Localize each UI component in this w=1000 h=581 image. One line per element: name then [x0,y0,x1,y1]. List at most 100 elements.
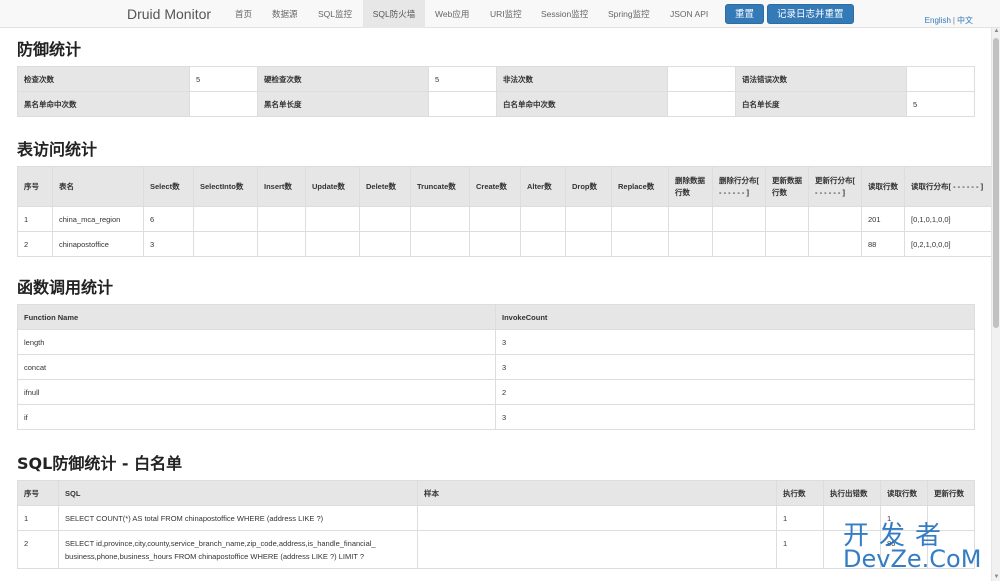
table-cell [765,231,809,257]
nav-item-sql-firewall[interactable]: SQL防火墙 [363,0,425,28]
table-cell [305,206,360,232]
stat-label: 检查次数 [17,66,190,92]
defense-stats-table: 检查次数 5 硬检查次数 5 非法次数 语法错误次数 黑名单命中次数 黑名单长度… [17,66,975,117]
table-cell: [0,1,0,1,0,0] [904,206,1000,232]
table-cell [305,231,360,257]
log-and-reset-button[interactable]: 记录日志并重置 [767,4,854,24]
nav-item-session-monitor[interactable]: Session监控 [535,0,594,28]
table-cell [193,231,258,257]
table-cell [410,231,470,257]
watermark-logo: 开发者 DevZe.CoM [843,515,993,575]
table-cell [808,206,862,232]
lang-chinese-link[interactable]: 中文 [957,16,973,25]
column-header[interactable]: 读取行分布[ - - - - - - ] [904,166,1000,207]
table-row: ifnull 2 [17,379,975,405]
language-switcher: English | 中文 [925,15,973,26]
table-cell: 3 [143,231,194,257]
table-row: 检查次数 5 硬检查次数 5 非法次数 语法错误次数 [17,66,975,92]
column-header[interactable]: Function Name [17,304,496,330]
column-header[interactable]: 更新行分布[ - - - - - - ] [808,166,862,207]
table-row: concat 3 [17,354,975,380]
table-cell [520,231,566,257]
column-header[interactable]: Replace数 [611,166,669,207]
reset-button[interactable]: 重置 [725,4,765,24]
nav-item-web-app[interactable]: Web应用 [429,0,475,28]
arrow-up-icon[interactable]: ▲ [993,28,1000,35]
column-header[interactable]: 删除数据行数 [668,166,713,207]
table-cell: 2 [495,379,975,405]
nav-item-uri-monitor[interactable]: URI监控 [484,0,528,28]
column-header[interactable]: 更新数据行数 [765,166,809,207]
table-cell: 3 [495,329,975,355]
column-header[interactable]: 执行出错数 [823,480,881,506]
defense-stats-title: 防御统计 [17,40,82,59]
column-header[interactable]: 删除行分布[ - - - - - - ] [712,166,766,207]
table-row: if 3 [17,404,975,430]
column-header[interactable]: Insert数 [257,166,306,207]
column-header[interactable]: 序号 [17,166,53,207]
table-cell: SELECT COUNT(*) AS total FROM chinaposto… [58,505,418,531]
table-cell [712,206,766,232]
column-header[interactable]: Update数 [305,166,360,207]
arrow-down-icon[interactable]: ▼ [993,574,1000,581]
nav-item-spring-monitor[interactable]: Spring监控 [602,0,656,28]
stat-value [428,91,497,117]
table-cell: SELECT id,province,city,county,service_b… [58,530,418,569]
table-cell [257,206,306,232]
table-cell [611,206,669,232]
column-header[interactable]: Truncate数 [410,166,470,207]
function-stats-title: 函数调用统计 [17,278,114,297]
table-cell: if [17,404,496,430]
column-header[interactable]: 执行数 [776,480,824,506]
column-header[interactable]: 更新行数 [927,480,975,506]
table-cell [410,206,470,232]
column-header[interactable]: Select数 [143,166,194,207]
table-cell: ifnull [17,379,496,405]
column-header[interactable]: Create数 [469,166,521,207]
table-cell [712,231,766,257]
table-cell [359,231,411,257]
stat-value [189,91,258,117]
table-cell: chinapostoffice [52,231,144,257]
table-cell [417,505,777,531]
sql-whitelist-title: SQL防御统计 - 白名单 [17,454,183,473]
column-header[interactable]: Drop数 [565,166,612,207]
column-header[interactable]: 读取行数 [861,166,905,207]
column-header[interactable]: SQL [58,480,418,506]
table-cell [765,206,809,232]
stat-value: 5 [189,66,258,92]
lang-english-link[interactable]: English [925,16,951,25]
column-header[interactable]: 样本 [417,480,777,506]
table-header-row: 序号 SQL 样本 执行数 执行出错数 读取行数 更新行数 [17,480,975,506]
column-header[interactable]: Delete数 [359,166,411,207]
table-row: length 3 [17,329,975,355]
table-cell [565,231,612,257]
column-header[interactable]: Alter数 [520,166,566,207]
nav-item-sql-monitor[interactable]: SQL监控 [312,0,358,28]
table-cell: 88 [861,231,905,257]
table-access-title: 表访问统计 [17,140,98,159]
scrollbar-thumb[interactable] [993,38,999,328]
table-cell: china_mca_region [52,206,144,232]
column-header[interactable]: InvokeCount [495,304,975,330]
nav-item-json-api[interactable]: JSON API [664,0,714,28]
table-row: 1 SELECT COUNT(*) AS total FROM chinapos… [17,505,975,531]
table-header-row: 序号 表名 Select数 SelectInto数 Insert数 Update… [17,166,1000,207]
nav-item-datasource[interactable]: 数据源 [266,0,304,28]
table-cell: 1 [17,206,53,232]
vertical-scrollbar[interactable]: ▲ ▼ [991,28,1000,581]
top-navbar: Druid Monitor 首页 数据源 SQL监控 SQL防火墙 Web应用 … [0,0,1000,28]
stat-value: 5 [906,91,975,117]
column-header[interactable]: 读取行数 [880,480,928,506]
table-cell [668,206,713,232]
column-header[interactable]: 序号 [17,480,59,506]
stat-label: 非法次数 [496,66,668,92]
table-cell [611,231,669,257]
table-access-table: 序号 表名 Select数 SelectInto数 Insert数 Update… [17,166,1000,257]
table-cell [520,206,566,232]
brand-title[interactable]: Druid Monitor [127,6,211,22]
column-header[interactable]: SelectInto数 [193,166,258,207]
column-header[interactable]: 表名 [52,166,144,207]
nav-item-home[interactable]: 首页 [229,0,258,28]
table-cell: 201 [861,206,905,232]
